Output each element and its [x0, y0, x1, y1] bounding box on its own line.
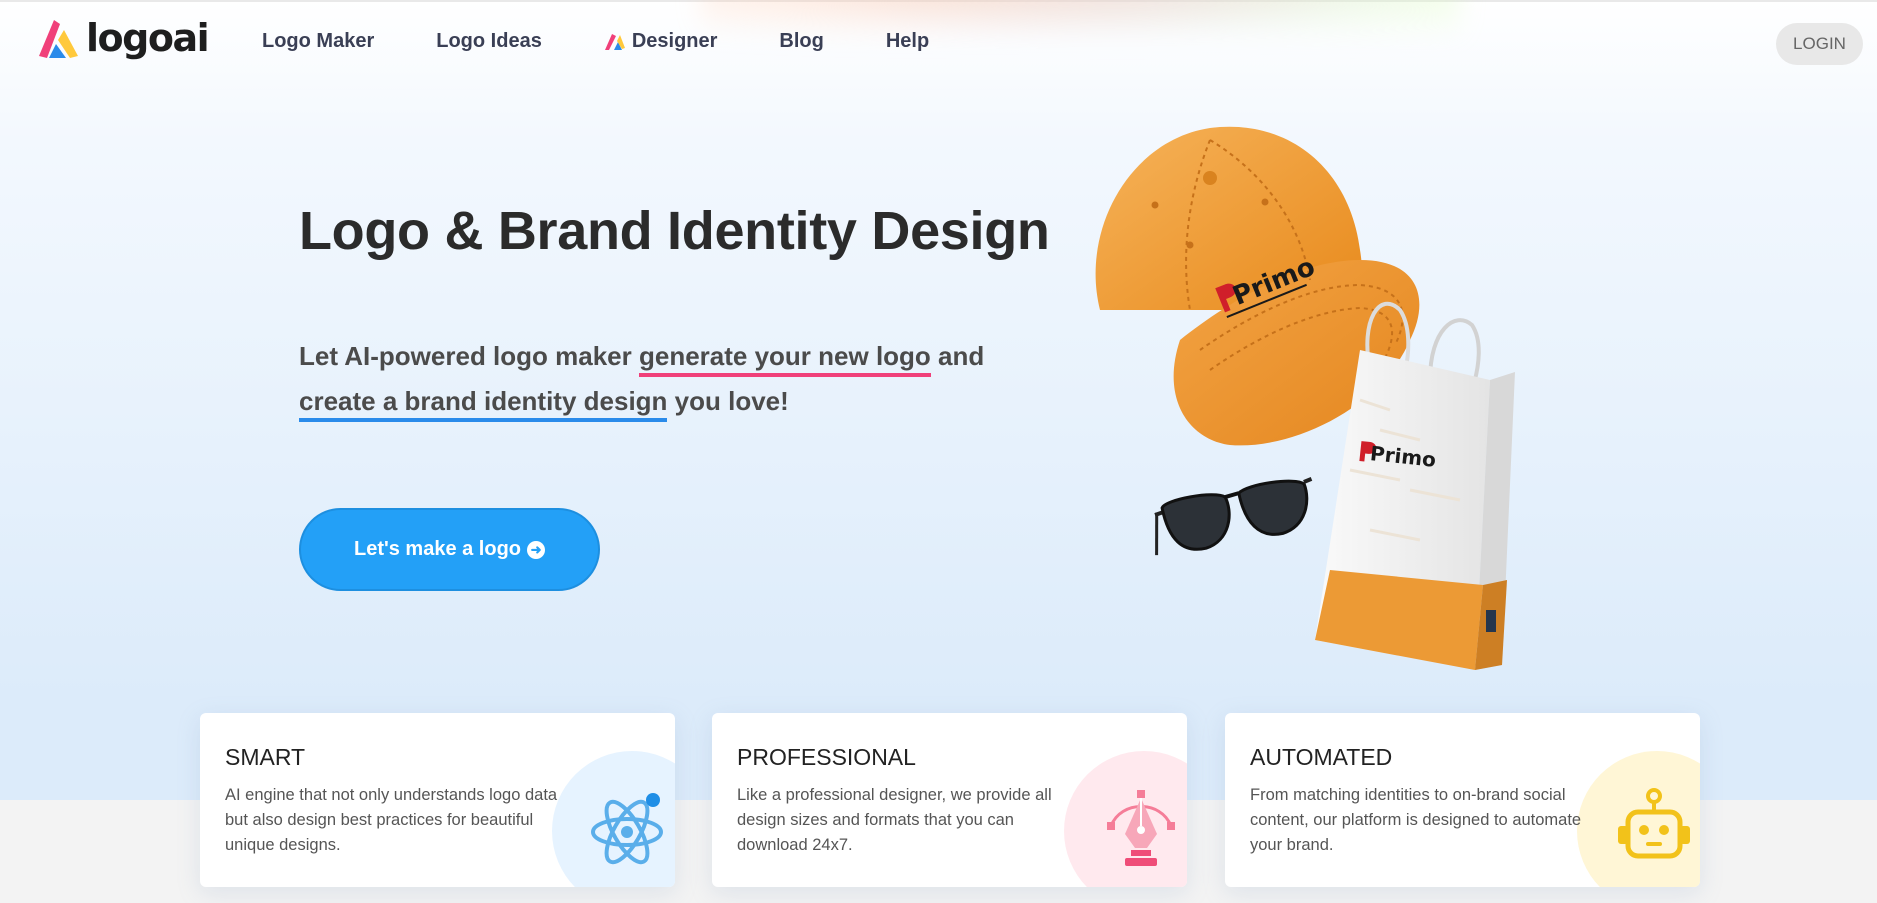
designer-logo-icon [604, 33, 625, 50]
hero-subtitle-part3: you love! [667, 386, 789, 416]
feature-card-automated: AUTOMATED From matching identities to on… [1225, 713, 1700, 887]
brand-mockups-illustration: Primo Primo [1095, 126, 1515, 670]
sunglasses-mockup [1154, 477, 1313, 556]
feature-card-professional: PROFESSIONAL Like a professional designe… [712, 713, 1187, 887]
feature-description: From matching identities to on-brand soc… [1250, 786, 1582, 854]
nav-logo-maker[interactable]: Logo Maker [262, 30, 374, 53]
nav-help[interactable]: Help [886, 30, 929, 53]
nav-logo-ideas[interactable]: Logo Ideas [436, 30, 542, 53]
nav-blog[interactable]: Blog [779, 30, 823, 53]
login-button[interactable]: LOGIN [1776, 23, 1863, 65]
logoai-mark-icon [39, 20, 78, 58]
feature-title: SMART [225, 744, 306, 770]
hero-subtitle-part1: Let AI-powered logo maker [299, 341, 639, 371]
feature-title: PROFESSIONAL [737, 744, 916, 770]
hero-title: Logo & Brand Identity Design [299, 201, 1050, 261]
hero-highlight-generate: generate your new logo [638, 341, 931, 377]
brand-name: logoai [86, 16, 210, 60]
hero-subtitle-part2: and [930, 341, 985, 371]
feature-card-smart: SMART AI engine that not only understand… [200, 713, 675, 887]
feature-title: AUTOMATED [1250, 744, 1393, 770]
robot-icon [1618, 788, 1690, 859]
arrow-circle-right-icon: ➜ [527, 540, 546, 559]
nav-designer-label: Designer [631, 30, 718, 52]
make-logo-button[interactable]: Let's make a logo ➜ [299, 508, 600, 591]
main-nav: Logo Maker Logo Ideas Designer Blog Help [262, 30, 991, 53]
make-logo-label: Let's make a logo [353, 538, 522, 560]
feature-description: AI engine that not only understands logo… [225, 786, 558, 854]
feature-description: Like a professional designer, we provide… [737, 786, 1052, 854]
nav-designer[interactable]: Designer [604, 30, 718, 53]
atom-icon [591, 793, 663, 865]
brand-logo[interactable]: logoai [36, 16, 210, 62]
hero-highlight-create: create a brand identity design [299, 386, 668, 422]
hero-subtitle: Let AI-powered logo maker generate your … [299, 334, 1019, 424]
pen-tool-icon [1107, 790, 1175, 866]
site-header: logoai Logo Maker Logo Ideas Designer Bl… [0, 0, 1877, 86]
